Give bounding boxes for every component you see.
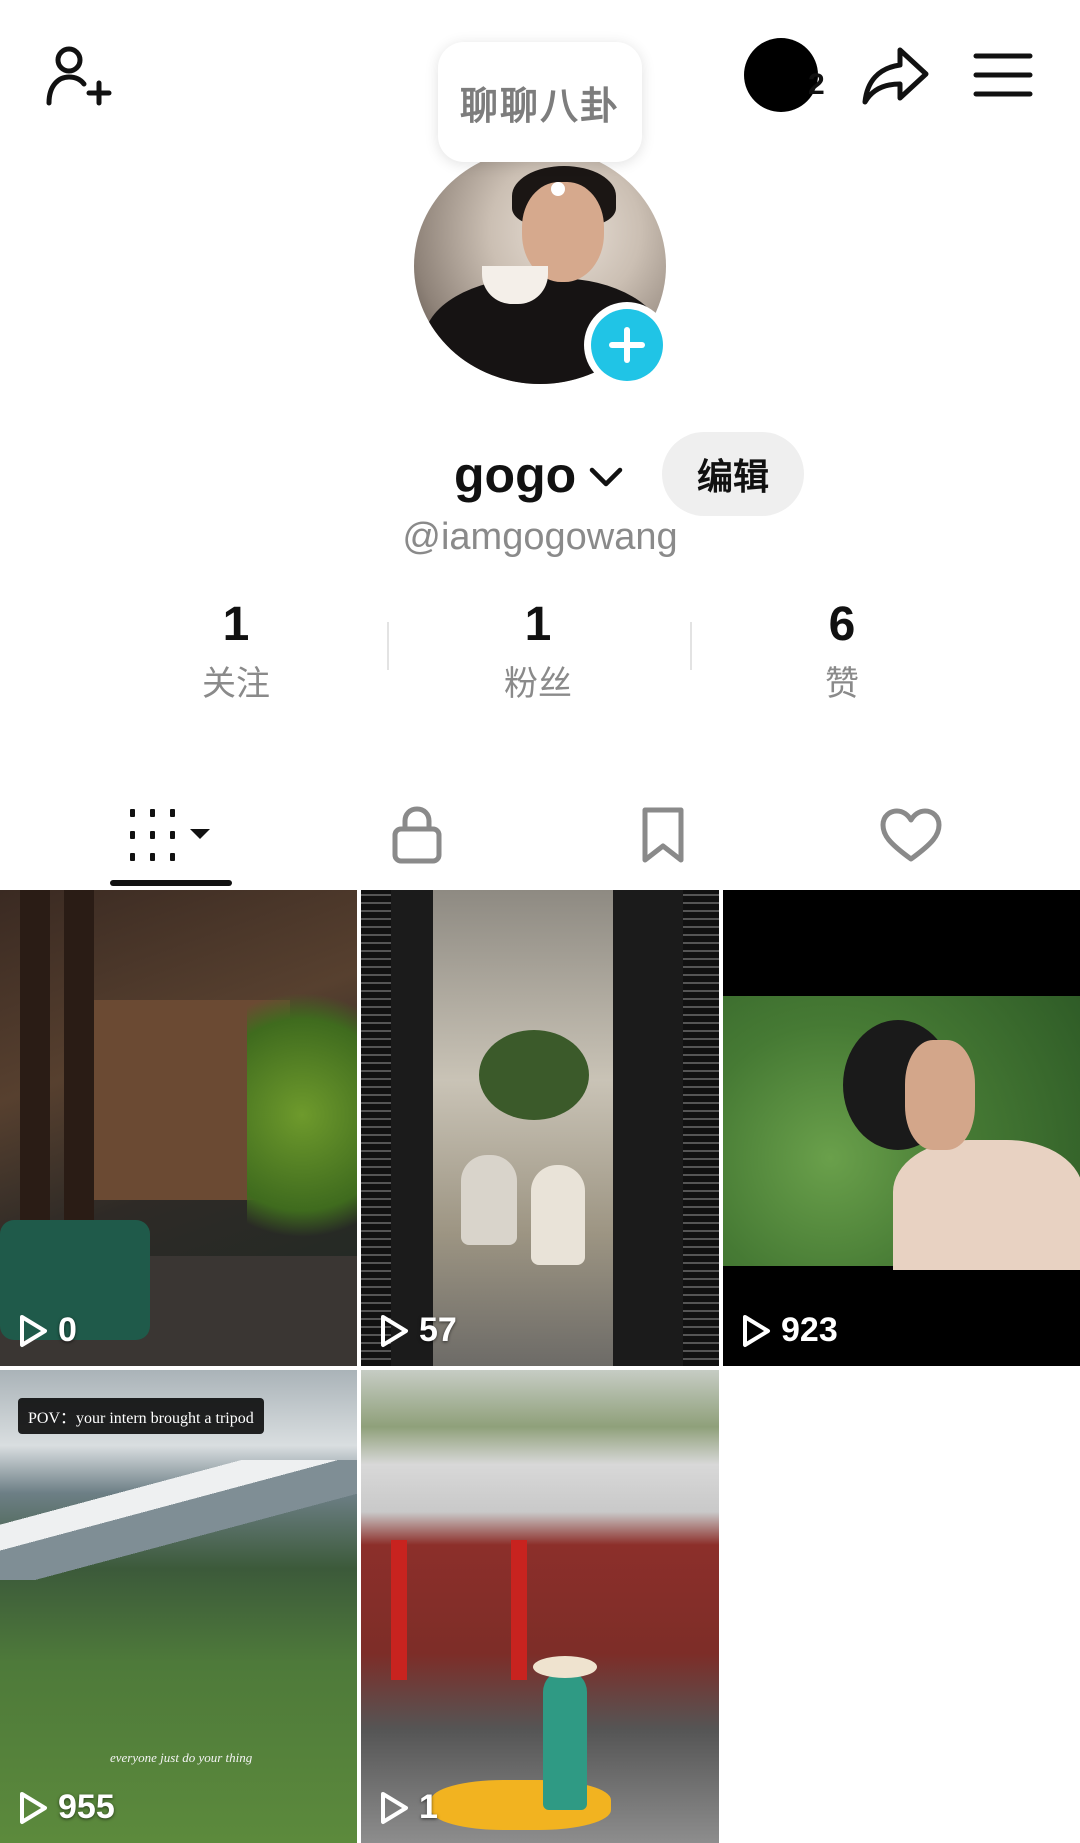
story-avatar[interactable] <box>744 38 818 112</box>
tab-private[interactable] <box>370 790 464 880</box>
view-count-text: 0 <box>58 1311 77 1349</box>
video-thumbnail[interactable]: 923 <box>723 890 1080 1366</box>
followers-count: 1 <box>524 598 552 651</box>
account-switch-chevron[interactable] <box>588 462 624 490</box>
add-user-icon <box>46 46 112 106</box>
thumbnail-art <box>905 1040 975 1150</box>
username[interactable]: gogo <box>454 446 576 504</box>
video-subcaption: everyone just do your thing <box>110 1750 253 1765</box>
add-friend-button[interactable] <box>36 36 120 120</box>
view-count-text: 57 <box>419 1311 457 1349</box>
thumbnail-art <box>531 1165 585 1265</box>
bookmark-icon <box>642 807 684 863</box>
thumbnail-art <box>391 1540 407 1680</box>
following-count: 1 <box>222 598 250 651</box>
chevron-down-icon <box>589 467 623 487</box>
play-icon <box>381 1791 408 1824</box>
lock-icon <box>392 806 442 864</box>
thumbnail-art <box>461 1155 517 1245</box>
story-count-badge: 2 <box>808 68 825 101</box>
tab-liked[interactable] <box>864 790 958 880</box>
following-label: 关注 <box>202 665 270 703</box>
play-icon <box>743 1314 770 1347</box>
stat-following[interactable]: 1 关注 <box>86 596 386 705</box>
video-caption: POV：your intern brought a tripod <box>18 1398 264 1434</box>
view-count-text: 1 <box>419 1788 438 1826</box>
thumbnail-art <box>683 890 719 1366</box>
share-button[interactable] <box>856 36 936 116</box>
tab-saved[interactable] <box>616 790 710 880</box>
view-count: 57 <box>379 1311 457 1350</box>
view-count: 1 <box>379 1788 438 1827</box>
thumbnail-art <box>893 1140 1080 1270</box>
view-count-text: 923 <box>781 1311 838 1349</box>
plus-icon <box>609 327 645 363</box>
play-icon <box>20 1314 47 1347</box>
handle-text: @iamgogowang <box>402 516 678 558</box>
view-count: 0 <box>18 1311 77 1350</box>
heart-icon <box>880 808 942 862</box>
play-icon <box>20 1791 47 1824</box>
user-handle: @iamgogowang <box>0 516 1080 559</box>
view-count: 955 <box>18 1788 115 1827</box>
thumbnail-art <box>543 1670 587 1810</box>
edit-profile-button[interactable]: 编辑 <box>662 432 804 516</box>
video-thumbnail[interactable]: 57 <box>361 890 719 1366</box>
tab-videos[interactable] <box>110 790 232 880</box>
video-thumbnail[interactable]: 0 <box>0 890 357 1366</box>
likes-count: 6 <box>828 598 856 651</box>
status-bubble[interactable]: 聊聊八卦 <box>438 42 642 162</box>
thumbnail-art <box>511 1540 527 1680</box>
thumbnail-art <box>479 1030 589 1120</box>
view-count-text: 955 <box>58 1788 115 1826</box>
grid-icon <box>130 809 210 861</box>
likes-label: 赞 <box>825 665 859 703</box>
thumbnail-art <box>533 1656 597 1678</box>
thumbnail-art <box>247 950 357 1280</box>
thumbnail-art <box>361 890 391 1366</box>
stat-likes[interactable]: 6 赞 <box>692 596 992 705</box>
add-story-button[interactable] <box>584 302 670 388</box>
hamburger-menu-icon <box>973 53 1033 97</box>
view-count: 923 <box>741 1311 838 1350</box>
menu-button[interactable] <box>966 40 1040 110</box>
thumbnail-art <box>0 1460 357 1580</box>
stat-followers[interactable]: 1 粉丝 <box>388 596 688 705</box>
video-thumbnail[interactable]: POV：your intern brought a tripod everyon… <box>0 1370 357 1843</box>
play-icon <box>381 1314 408 1347</box>
share-icon <box>862 47 929 105</box>
thumbnail-art <box>433 890 613 1366</box>
bubble-pointer <box>551 182 565 196</box>
followers-label: 粉丝 <box>504 665 572 703</box>
active-tab-indicator <box>110 880 232 886</box>
video-thumbnail[interactable]: 1 <box>361 1370 719 1843</box>
